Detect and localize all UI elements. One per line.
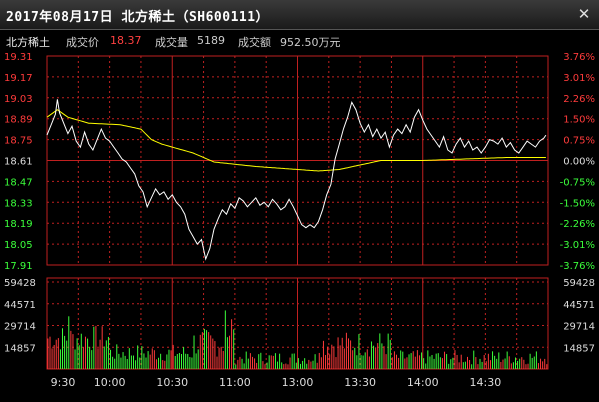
pct-tick-label: -3.76% — [560, 261, 595, 272]
time-tick-label: 14:30 — [470, 376, 502, 389]
pct-tick-label: -0.75% — [560, 177, 595, 188]
volume-tick-label: 59428 — [4, 278, 36, 289]
time-tick-label: 10:30 — [156, 376, 188, 389]
time-tick-label: 11:00 — [219, 376, 251, 389]
price-tick-label: 17.91 — [4, 261, 33, 272]
time-tick-label: 13:00 — [282, 376, 314, 389]
price-tick-label: 18.19 — [4, 219, 33, 230]
price-tick-label: 18.47 — [4, 177, 33, 188]
pct-tick-label: 0.00% — [563, 157, 595, 168]
pct-tick-label: 3.01% — [563, 73, 595, 84]
volume-tick-label-right: 44571 — [563, 300, 595, 311]
volume-tick-label-right: 14857 — [563, 343, 595, 354]
time-tick-label: 10:00 — [94, 376, 126, 389]
price-tick-label: 18.33 — [4, 198, 33, 209]
volume-tick-label: 29714 — [4, 322, 36, 333]
pct-tick-label: 0.75% — [563, 136, 595, 147]
pct-tick-label: 3.76% — [563, 52, 595, 63]
average-price-line — [46, 109, 546, 172]
price-tick-label: 18.05 — [4, 240, 33, 251]
price-tick-label: 19.31 — [4, 52, 33, 63]
pct-tick-label: -2.26% — [560, 219, 595, 230]
pct-tick-label: 2.26% — [563, 94, 595, 105]
intraday-chart: 19.31 3.76% 19.17 3.01% 19.03 2.26% 18.89 1.50%… — [4, 52, 595, 389]
time-tick-label: 13:30 — [344, 376, 376, 389]
time-tick-label: 14:00 — [407, 376, 439, 389]
volume-tick-label: 14857 — [4, 343, 36, 354]
pct-tick-label: -3.01% — [560, 240, 595, 251]
price-line — [46, 99, 547, 261]
price-tick-label: 19.03 — [4, 94, 33, 105]
price-tick-label: 18.61 — [4, 157, 33, 168]
volume-tick-label: 44571 — [4, 300, 36, 311]
price-tick-label: 18.89 — [4, 115, 33, 126]
pct-tick-label: -1.50% — [560, 198, 595, 209]
pct-tick-label: 1.50% — [563, 115, 595, 126]
volume-tick-label-right: 59428 — [563, 278, 595, 289]
volume-tick-label-right: 29714 — [563, 322, 595, 333]
time-tick-label: 9:30 — [51, 376, 76, 389]
price-tick-label: 18.75 — [4, 136, 33, 147]
price-tick-label: 19.17 — [4, 73, 33, 84]
